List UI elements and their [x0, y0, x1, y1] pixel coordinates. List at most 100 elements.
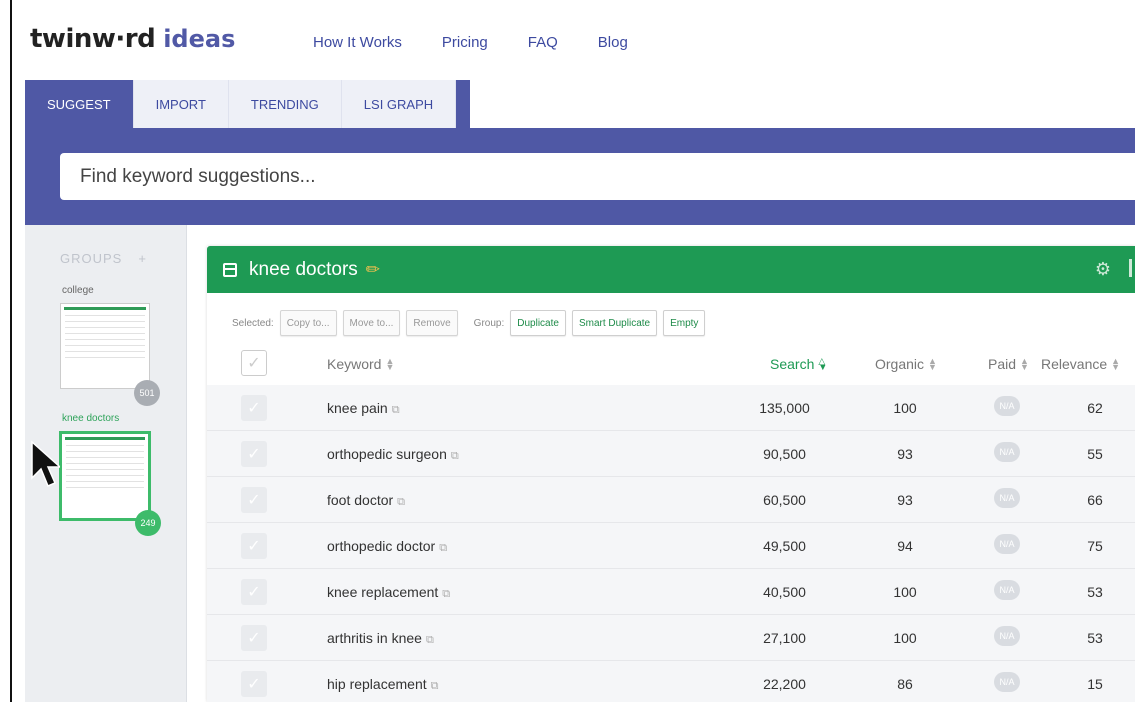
- external-link-icon[interactable]: ⧉: [451, 450, 459, 462]
- table-row[interactable]: ✓ orthopedic doctor ⧉ 49,500 94 N/A 75: [207, 523, 1135, 569]
- row-checkbox[interactable]: ✓: [241, 671, 267, 697]
- column-search[interactable]: Search △ ▼: [770, 356, 827, 372]
- table-row[interactable]: ✓ orthopedic surgeon ⧉ 90,500 93 N/A 55: [207, 431, 1135, 477]
- relevance-cell: 53: [1087, 584, 1103, 600]
- column-paid-label: Paid: [988, 356, 1017, 372]
- add-group-button[interactable]: +: [138, 251, 147, 266]
- nav-faq[interactable]: FAQ: [528, 34, 558, 51]
- table-row[interactable]: ✓ arthritis in knee ⧉ 27,100 100 N/A 53: [207, 615, 1135, 661]
- relevance-cell: 53: [1087, 630, 1103, 646]
- paid-badge: N/A: [994, 580, 1020, 600]
- organic-cell: 86: [897, 676, 913, 692]
- keyword-search-input[interactable]: [80, 165, 1135, 188]
- nav-how-it-works[interactable]: How It Works: [313, 34, 402, 51]
- nav-pricing[interactable]: Pricing: [442, 34, 488, 51]
- select-all-checkbox[interactable]: ✓: [241, 350, 267, 376]
- external-link-icon[interactable]: ⧉: [426, 634, 434, 646]
- row-checkbox[interactable]: ✓: [241, 487, 267, 513]
- keyword-text: hip replacement: [327, 676, 427, 692]
- external-link-icon[interactable]: ⧉: [442, 588, 450, 600]
- table-row[interactable]: ✓ foot doctor ⧉ 60,500 93 N/A 66: [207, 477, 1135, 523]
- copy-to-button[interactable]: Copy to...: [279, 310, 337, 336]
- sort-icon: ▲ ▼: [385, 356, 395, 372]
- keyword-cell[interactable]: orthopedic surgeon ⧉: [327, 446, 459, 463]
- column-keyword[interactable]: Keyword ▲ ▼: [327, 356, 394, 372]
- row-checkbox[interactable]: ✓: [241, 625, 267, 651]
- group-thumbnail-knee-doctors[interactable]: [59, 431, 151, 521]
- thumbnail-header: [65, 437, 145, 440]
- window-edge: [10, 0, 12, 702]
- external-link-icon[interactable]: ⧉: [397, 496, 405, 508]
- organic-cell: 93: [897, 446, 913, 462]
- external-link-icon[interactable]: ⧉: [392, 404, 400, 416]
- relevance-cell: 75: [1087, 538, 1103, 554]
- external-link-icon[interactable]: ⧉: [439, 542, 447, 554]
- relevance-cell: 62: [1087, 400, 1103, 416]
- tab-suggest[interactable]: SUGGEST: [25, 80, 134, 128]
- row-checkbox[interactable]: ✓: [241, 441, 267, 467]
- selection-toolbar: Selected: Copy to... Move to... Remove G…: [232, 310, 711, 336]
- thumbnail-header: [64, 307, 146, 310]
- keyword-text: orthopedic surgeon: [327, 446, 447, 462]
- column-relevance[interactable]: Relevance ▲ ▼: [1041, 356, 1120, 372]
- row-checkbox[interactable]: ✓: [241, 395, 267, 421]
- paid-badge: N/A: [994, 672, 1020, 692]
- row-checkbox[interactable]: ✓: [241, 533, 267, 559]
- mouse-cursor-icon: [31, 440, 60, 487]
- row-checkbox[interactable]: ✓: [241, 579, 267, 605]
- table-row[interactable]: ✓ knee pain ⧉ 135,000 100 N/A 62: [207, 385, 1135, 431]
- keyword-cell[interactable]: orthopedic doctor ⧉: [327, 538, 447, 555]
- remove-button[interactable]: Remove: [406, 310, 458, 336]
- keyword-text: knee replacement: [327, 584, 439, 600]
- app-window: twinw·rd ideas How It Works Pricing FAQ …: [0, 0, 1135, 702]
- paid-badge: N/A: [994, 534, 1020, 554]
- keyword-cell[interactable]: arthritis in knee ⧉: [327, 630, 434, 647]
- pencil-icon[interactable]: ✏: [366, 260, 380, 280]
- keyword-cell[interactable]: knee pain ⧉: [327, 400, 400, 417]
- tab-import[interactable]: IMPORT: [133, 80, 229, 128]
- empty-button[interactable]: Empty: [663, 310, 706, 336]
- column-paid[interactable]: Paid ▲ ▼: [988, 356, 1029, 372]
- group-title: knee doctors: [249, 258, 358, 280]
- search-volume-cell: 60,500: [763, 492, 806, 508]
- organic-cell: 100: [893, 400, 917, 416]
- logo-ideas: ideas: [163, 25, 236, 53]
- nav-blog[interactable]: Blog: [598, 34, 628, 51]
- tab-trending[interactable]: TRENDING: [228, 80, 342, 128]
- search-volume-cell: 22,200: [763, 676, 806, 692]
- keyword-text: foot doctor: [327, 492, 394, 508]
- tab-lsi-graph[interactable]: LSI GRAPH: [341, 80, 457, 128]
- smart-duplicate-button[interactable]: Smart Duplicate: [571, 310, 658, 336]
- paid-badge: N/A: [994, 626, 1020, 646]
- search-volume-cell: 40,500: [763, 584, 806, 600]
- column-organic[interactable]: Organic ▲ ▼: [875, 356, 937, 372]
- relevance-cell: 15: [1087, 676, 1103, 692]
- gear-icon[interactable]: ⚙: [1095, 259, 1111, 280]
- organic-cell: 94: [897, 538, 913, 554]
- paid-badge: N/A: [994, 488, 1020, 508]
- groups-title: GROUPS: [60, 251, 123, 266]
- search-field: [60, 153, 1135, 200]
- keyword-cell[interactable]: knee replacement ⧉: [327, 584, 450, 601]
- search-volume-cell: 27,100: [763, 630, 806, 646]
- paid-badge: N/A: [994, 442, 1020, 462]
- move-to-button[interactable]: Move to...: [342, 310, 401, 336]
- duplicate-button[interactable]: Duplicate: [510, 310, 566, 336]
- logo-wordmark: twinw·rd: [30, 24, 156, 54]
- table-row[interactable]: ✓ knee replacement ⧉ 40,500 100 N/A 53: [207, 569, 1135, 615]
- keyword-cell[interactable]: foot doctor ⧉: [327, 492, 405, 509]
- sort-icon: ▲ ▼: [928, 356, 937, 372]
- group-label-college[interactable]: college: [62, 285, 94, 296]
- group-label-knee-doctors[interactable]: knee doctors: [62, 413, 119, 424]
- relevance-cell: 55: [1087, 446, 1103, 462]
- column-keyword-label: Keyword: [327, 356, 382, 372]
- external-link-icon[interactable]: ⧉: [431, 680, 439, 692]
- group-thumbnail-college[interactable]: [60, 303, 150, 389]
- keyword-cell[interactable]: hip replacement ⧉: [327, 676, 438, 693]
- relevance-cell: 66: [1087, 492, 1103, 508]
- group-icon: [223, 262, 237, 277]
- logo[interactable]: twinw·rd ideas: [30, 24, 235, 58]
- trash-icon[interactable]: [1129, 259, 1135, 277]
- column-relevance-label: Relevance: [1041, 356, 1108, 372]
- table-row[interactable]: ✓ hip replacement ⧉ 22,200 86 N/A 15: [207, 661, 1135, 702]
